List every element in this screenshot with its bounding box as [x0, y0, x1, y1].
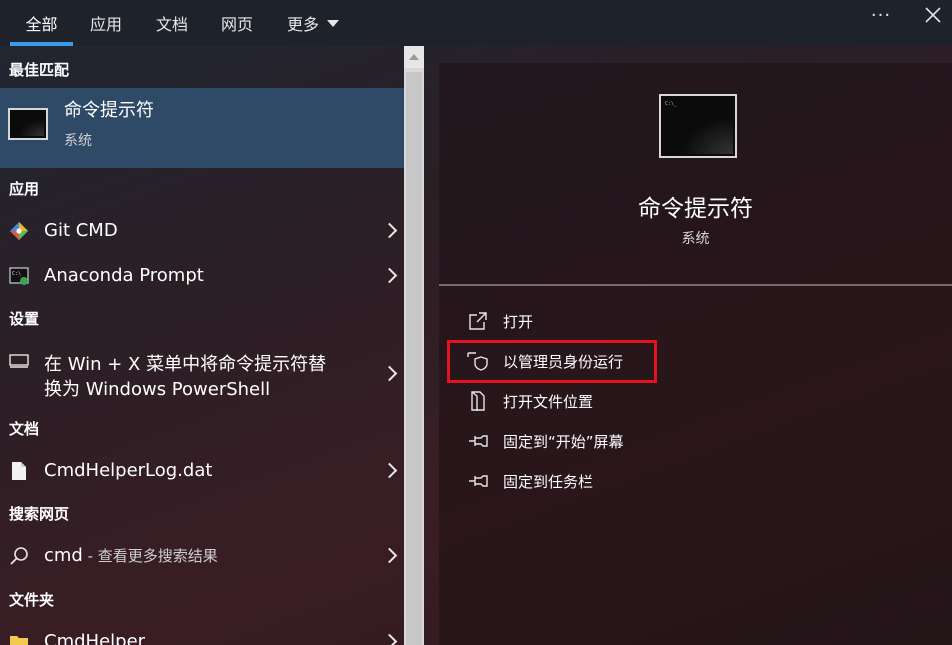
section-header-web: 搜索网页	[9, 505, 70, 523]
section-header-documents: 文档	[9, 420, 40, 438]
chevron-right-icon[interactable]	[383, 222, 395, 240]
search-tab-bar: 全部 应用 文档 网页 更多 ···	[0, 0, 952, 46]
list-item-web-search[interactable]: cmd - 查看更多搜索结果	[0, 539, 404, 575]
open-icon	[467, 310, 489, 332]
action-label: 打开文件位置	[503, 392, 594, 411]
list-item-label: CmdHelperLog.dat	[44, 460, 213, 481]
action-open-file-location[interactable]: 打开文件位置	[467, 387, 697, 415]
close-icon[interactable]	[918, 0, 948, 30]
chevron-down-icon	[327, 19, 339, 27]
action-open[interactable]: 打开	[467, 307, 697, 335]
best-match-subtitle: 系统	[64, 133, 92, 149]
detail-divider	[439, 284, 952, 286]
git-icon	[8, 220, 30, 242]
tab-web-label: 网页	[220, 15, 253, 34]
list-item-label: Git CMD	[44, 220, 118, 241]
file-icon	[8, 460, 30, 482]
monitor-icon	[8, 350, 30, 372]
search-results-list: 最佳匹配 命令提示符 系统 应用 Git CMD C:\ Anaconda Pr…	[0, 46, 404, 645]
chevron-right-icon[interactable]	[383, 365, 395, 383]
list-item-label: CmdHelper	[44, 631, 146, 645]
section-header-settings: 设置	[9, 310, 40, 328]
list-item-cmdhelperlog[interactable]: CmdHelperLog.dat	[0, 454, 404, 490]
action-label: 固定到任务栏	[503, 472, 594, 491]
ellipsis-icon[interactable]: ···	[866, 0, 896, 30]
tab-apps[interactable]: 应用	[82, 0, 130, 46]
detail-title: 命令提示符	[638, 196, 753, 222]
results-scrollbar[interactable]	[404, 46, 424, 645]
list-item-git-cmd[interactable]: Git CMD	[0, 214, 404, 250]
web-search-query: cmd	[44, 545, 83, 566]
action-label: 固定到“开始”屏幕	[503, 432, 624, 451]
list-item-cmdhelper-folder[interactable]: CmdHelper	[0, 625, 404, 645]
cmd-icon	[8, 108, 48, 140]
tab-more-label: 更多	[286, 15, 319, 34]
best-match-title: 命令提示符	[64, 100, 154, 121]
scroll-thumb[interactable]	[406, 72, 422, 645]
highlight-annotation-box	[447, 340, 657, 383]
chevron-right-icon[interactable]	[383, 267, 395, 285]
scroll-up-button[interactable]	[404, 46, 424, 68]
chevron-right-icon[interactable]	[383, 462, 395, 480]
anaconda-prompt-icon: C:\	[8, 265, 30, 287]
section-header-apps: 应用	[9, 180, 40, 198]
tab-all[interactable]: 全部	[10, 0, 73, 46]
folder-icon	[8, 631, 30, 645]
chevron-right-icon[interactable]	[383, 547, 395, 565]
list-item-anaconda-prompt[interactable]: C:\ Anaconda Prompt	[0, 259, 404, 295]
detail-subtitle: 系统	[681, 231, 710, 247]
action-pin-to-taskbar[interactable]: 固定到任务栏	[467, 467, 697, 495]
section-header-folders: 文件夹	[9, 591, 55, 609]
web-search-label: cmd - 查看更多搜索结果	[44, 545, 218, 566]
chevron-right-icon[interactable]	[383, 633, 395, 645]
action-pin-to-start[interactable]: 固定到“开始”屏幕	[467, 427, 697, 455]
search-icon	[8, 545, 30, 567]
setting-label-line2: 换为 Windows PowerShell	[44, 379, 271, 400]
search-window: 全部 应用 文档 网页 更多 ··· 最佳匹配 命令提示符 系统 应用 Git …	[0, 0, 952, 645]
svg-text:C:\: C:\	[12, 271, 21, 277]
best-match-item[interactable]: 命令提示符 系统	[0, 88, 404, 168]
svg-text:C:\_: C:\_	[665, 101, 678, 107]
pin-icon	[467, 470, 489, 492]
section-header-best-match: 最佳匹配	[9, 61, 70, 79]
list-item-winx-setting[interactable]: 在 Win + X 菜单中将命令提示符替 换为 Windows PowerShe…	[0, 344, 404, 402]
action-label: 打开	[503, 312, 534, 331]
tab-more[interactable]: 更多	[279, 0, 347, 46]
cmd-icon: C:\_	[659, 94, 737, 158]
list-item-label: Anaconda Prompt	[44, 265, 204, 286]
tab-web[interactable]: 网页	[213, 0, 261, 46]
tab-apps-label: 应用	[89, 15, 122, 34]
file-location-icon	[467, 390, 489, 412]
tab-documents-label: 文档	[155, 15, 188, 34]
setting-label-line1: 在 Win + X 菜单中将命令提示符替	[44, 354, 327, 375]
tab-all-label: 全部	[25, 15, 58, 34]
pin-icon	[467, 430, 489, 452]
tab-documents[interactable]: 文档	[148, 0, 196, 46]
web-search-suffix: - 查看更多搜索结果	[82, 547, 218, 565]
